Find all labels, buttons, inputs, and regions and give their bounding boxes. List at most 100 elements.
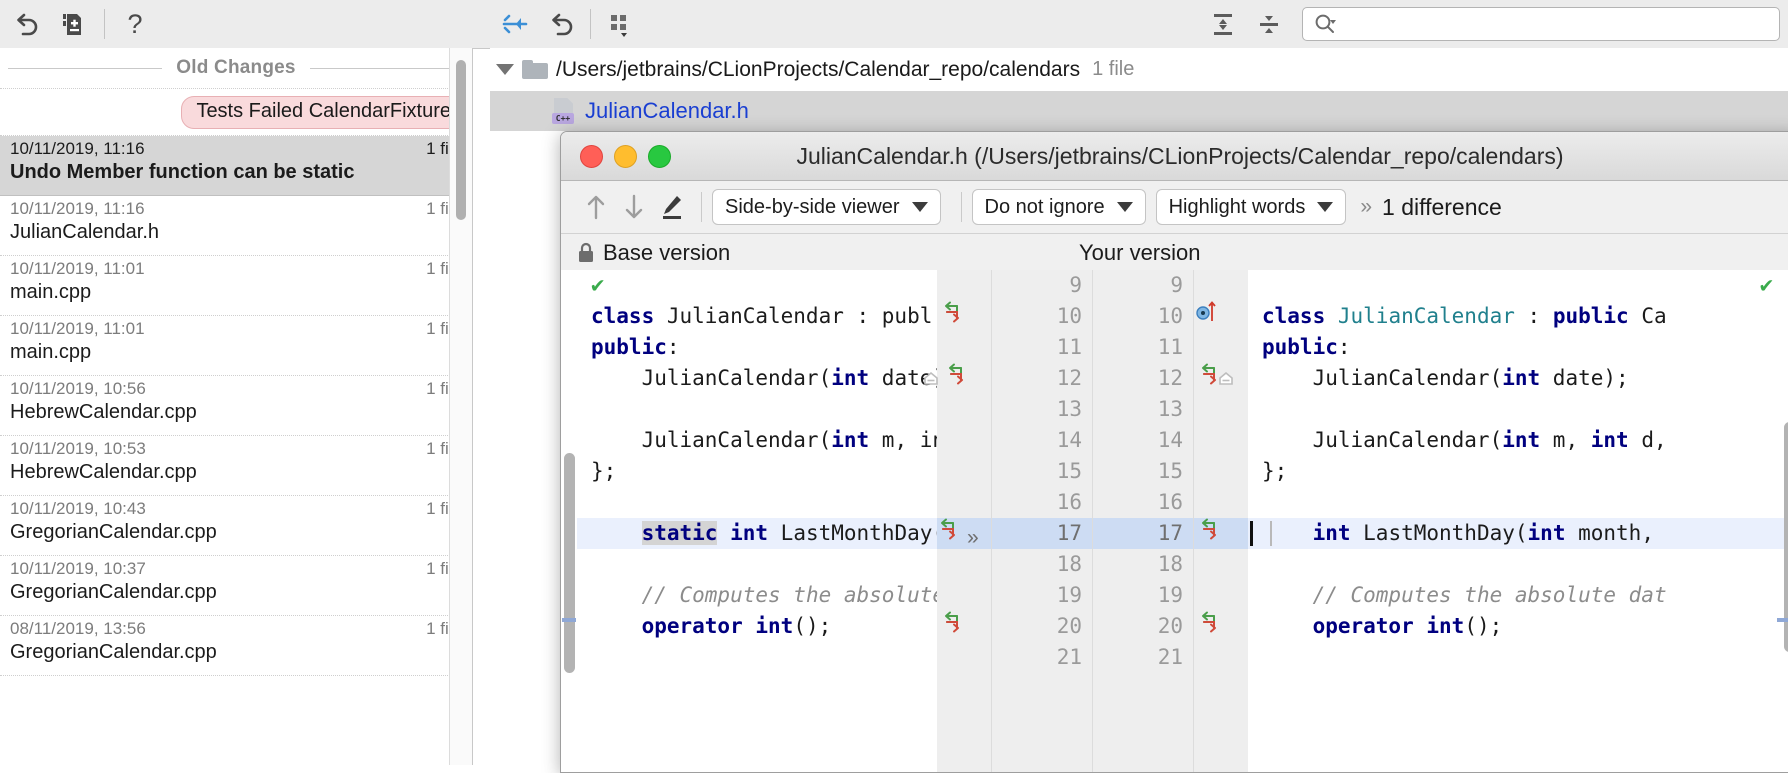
diff-marker-cell bbox=[1194, 580, 1248, 611]
accept-left-right-arrows-icon[interactable] bbox=[937, 609, 967, 635]
collapse-arrows-icon[interactable] bbox=[497, 6, 533, 42]
pencil-edit-icon[interactable] bbox=[653, 188, 691, 226]
accept-left-right-arrows-icon[interactable] bbox=[937, 299, 967, 325]
highlight-mode-dropdown[interactable]: Highlight words bbox=[1156, 189, 1347, 225]
change-list-item[interactable]: 10/11/2019, 10:531 fileHebrewCalendar.cp… bbox=[0, 436, 472, 496]
code-line: ✔ bbox=[1248, 270, 1788, 301]
left-scrollbar-track[interactable] bbox=[449, 48, 472, 765]
old-changes-panel: Old Changes Tests Failed CalendarFixture… bbox=[0, 48, 473, 765]
base-version-code[interactable]: ✔class JulianCalendar : publpublic: Juli… bbox=[577, 270, 937, 772]
code-line: JulianCalendar(int date) bbox=[577, 363, 937, 394]
chevron-double-right-icon[interactable]: » bbox=[1360, 195, 1372, 219]
tree-root-path: /Users/jetbrains/CLionProjects/Calendar_… bbox=[556, 58, 1080, 82]
diff-window: JulianCalendar.h (/Users/jetbrains/CLion… bbox=[560, 131, 1788, 773]
diff-marker-cell bbox=[1194, 425, 1248, 456]
help-label: ? bbox=[127, 11, 142, 38]
change-label: GregorianCalendar.cpp bbox=[10, 641, 462, 664]
diff-marker-cell bbox=[937, 549, 991, 580]
change-date: 10/11/2019, 11:16 bbox=[10, 139, 145, 159]
diff-toolbar-divider-1 bbox=[701, 192, 702, 222]
old-changes-title: Old Changes bbox=[0, 48, 472, 88]
breakpoint-and-caret-icon[interactable] bbox=[1194, 299, 1224, 325]
diff-marker-cell bbox=[1194, 456, 1248, 487]
grid-dropdown-icon[interactable] bbox=[603, 6, 639, 42]
accept-left-right-arrows-icon[interactable] bbox=[941, 361, 971, 387]
code-line bbox=[577, 642, 937, 673]
code-line: }; bbox=[577, 456, 937, 487]
line-number: 19 bbox=[992, 580, 1092, 611]
line-number: 20 bbox=[992, 611, 1092, 642]
diff-window-titlebar[interactable]: JulianCalendar.h (/Users/jetbrains/CLion… bbox=[561, 132, 1788, 181]
left-gutter-thumb[interactable] bbox=[564, 453, 575, 673]
search-input[interactable] bbox=[1302, 7, 1780, 41]
line-number: 10 bbox=[992, 301, 1092, 332]
arrow-down-icon[interactable] bbox=[615, 188, 653, 226]
diff-marker-cell bbox=[1194, 301, 1248, 332]
expand-all-icon[interactable] bbox=[1205, 6, 1241, 42]
code-line bbox=[1248, 549, 1788, 580]
base-line-numbers: 9101112131415161718192021 bbox=[991, 270, 1093, 772]
change-list-item[interactable]: 10/11/2019, 11:011 filemain.cpp bbox=[0, 316, 472, 376]
change-list-item[interactable]: 10/11/2019, 11:161 fileJulianCalendar.h bbox=[0, 196, 472, 256]
cpp-header-file-icon: C++ bbox=[552, 98, 576, 124]
left-change-gutter[interactable] bbox=[561, 270, 577, 772]
whitespace-mode-label: Do not ignore bbox=[985, 196, 1105, 219]
change-list-item[interactable]: 10/11/2019, 10:561 fileHebrewCalendar.cp… bbox=[0, 376, 472, 436]
left-scrollbar-thumb[interactable] bbox=[456, 60, 466, 220]
line-number: 18 bbox=[1093, 549, 1193, 580]
changes-list: 10/11/2019, 11:161 fileUndo Member funct… bbox=[0, 136, 472, 676]
fold-marker-icon[interactable] bbox=[923, 371, 939, 387]
accept-left-right-arrows-icon[interactable] bbox=[933, 516, 963, 542]
lock-icon bbox=[577, 242, 595, 264]
code-line: public: bbox=[577, 332, 937, 363]
your-version-code[interactable]: ✔class JulianCalendar : public Capublic:… bbox=[1248, 270, 1788, 772]
change-list-item[interactable]: 10/11/2019, 10:431 fileGregorianCalendar… bbox=[0, 496, 472, 556]
change-list-item[interactable]: 10/11/2019, 11:161 fileUndo Member funct… bbox=[0, 136, 472, 196]
diff-marker-cell: » bbox=[937, 518, 991, 549]
change-label: Undo Member function can be static bbox=[10, 161, 462, 184]
code-line bbox=[1248, 642, 1788, 673]
tree-file-name[interactable]: JulianCalendar.h bbox=[585, 98, 749, 124]
line-number: 18 bbox=[992, 549, 1092, 580]
minimize-window-button[interactable] bbox=[614, 145, 637, 168]
chevron-down-icon bbox=[912, 202, 928, 212]
your-code-lines: ✔class JulianCalendar : public Capublic:… bbox=[1248, 270, 1788, 673]
rollback-icon[interactable] bbox=[543, 6, 579, 42]
viewer-mode-dropdown[interactable]: Side-by-side viewer bbox=[712, 189, 941, 225]
change-date: 10/11/2019, 10:56 bbox=[10, 379, 146, 399]
accept-left-right-arrows-icon[interactable] bbox=[1194, 516, 1224, 542]
accept-left-right-arrows-icon[interactable] bbox=[1194, 609, 1224, 635]
help-button[interactable]: ? bbox=[117, 6, 153, 42]
right-diff-markers[interactable] bbox=[1194, 270, 1248, 772]
chevron-down-icon[interactable] bbox=[496, 64, 514, 75]
whitespace-mode-dropdown[interactable]: Do not ignore bbox=[972, 189, 1146, 225]
tests-failed-row: Tests Failed CalendarFixture bbox=[0, 88, 472, 136]
tree-root-count: 1 file bbox=[1092, 58, 1134, 81]
chevron-double-right-icon[interactable]: » bbox=[967, 526, 979, 549]
change-list-item[interactable]: 10/11/2019, 10:371 fileGregorianCalendar… bbox=[0, 556, 472, 616]
tree-root-row[interactable]: /Users/jetbrains/CLionProjects/Calendar_… bbox=[490, 48, 1788, 91]
code-line bbox=[1248, 394, 1788, 425]
viewer-mode-label: Side-by-side viewer bbox=[725, 196, 900, 219]
close-window-button[interactable] bbox=[580, 145, 603, 168]
tree-file-row[interactable]: C++ JulianCalendar.h bbox=[490, 91, 1788, 131]
change-list-item[interactable]: 10/11/2019, 11:011 filemain.cpp bbox=[0, 256, 472, 316]
chevron-down-icon bbox=[1117, 202, 1133, 212]
change-list-item[interactable]: 08/11/2019, 13:561 fileGregorianCalendar… bbox=[0, 616, 472, 676]
code-line: JulianCalendar(int m, int d, bbox=[1248, 425, 1788, 456]
arrow-up-icon[interactable] bbox=[577, 188, 615, 226]
change-label: GregorianCalendar.cpp bbox=[10, 581, 462, 604]
base-version-header: Base version bbox=[577, 240, 730, 266]
left-diff-markers[interactable]: » bbox=[937, 270, 991, 772]
status-badge[interactable]: Tests Failed CalendarFixture bbox=[181, 96, 466, 129]
fold-marker-icon[interactable] bbox=[1218, 371, 1234, 387]
code-line: class JulianCalendar : publ bbox=[577, 301, 937, 332]
collapse-all-icon[interactable] bbox=[1251, 6, 1287, 42]
zoom-window-button[interactable] bbox=[648, 145, 671, 168]
revert-file-icon[interactable] bbox=[54, 6, 90, 42]
line-number: 13 bbox=[1093, 394, 1193, 425]
right-gutter-change-marker bbox=[1777, 618, 1788, 622]
undo-arrow-icon[interactable] bbox=[8, 6, 44, 42]
diff-marker-cell bbox=[937, 394, 991, 425]
code-line: static int LastMonthDay( bbox=[577, 518, 937, 549]
